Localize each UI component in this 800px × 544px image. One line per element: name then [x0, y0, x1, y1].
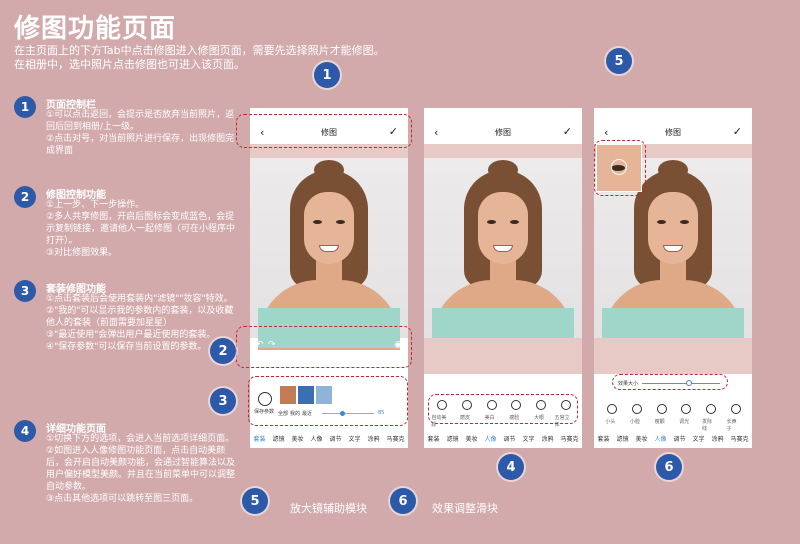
top-band — [424, 144, 582, 158]
tab-mosaic[interactable]: 马赛克 — [730, 434, 748, 446]
photo-canvas — [424, 158, 582, 350]
tab-makeup[interactable]: 美妆 — [291, 434, 303, 446]
annotation-3: 3 套装修图功能 ①点击套装后会使用套装内"滤镜""妆容"特效。 ②"我的"可以… — [14, 280, 234, 400]
tab-suit[interactable]: 套装 — [597, 434, 609, 446]
option-label: 调光 — [679, 419, 690, 425]
badge-4: 4 — [498, 454, 524, 480]
option-label: 小头 — [605, 419, 616, 425]
annotation-body: ①上一步、下一步操作。 ②多人共享修图，开启后图标会变成蓝色，会提示复制链接，邀… — [46, 200, 236, 258]
portrait-eye — [487, 220, 496, 224]
annotation-body: ①可以点击返回，会提示是否放弃当前照片，返回后回到相册/上一级。 ②点击对号，对… — [46, 110, 235, 156]
annotation-number: 1 — [14, 96, 36, 118]
tab-mosaic[interactable]: 马赛克 — [386, 434, 404, 446]
legend-badge-5: 5 — [242, 488, 268, 514]
tab-makeup[interactable]: 美妆 — [465, 434, 477, 446]
tab-text[interactable]: 文字 — [522, 434, 534, 446]
option-icon[interactable] — [681, 404, 692, 414]
annotation-4: 4 详细功能页面 ①切换下方的选项，会进入当前选项详细页面。 ②如图进入人像修图… — [14, 420, 236, 530]
option-item[interactable]: 调光 — [679, 404, 692, 428]
confirm-button[interactable]: ✓ — [563, 125, 572, 138]
portrait-options: 小头 小脸 瘦颧 调光 发际线 长鼻子 — [600, 404, 748, 432]
highlight-nav — [236, 114, 412, 148]
tab-doodle[interactable]: 涂鸦 — [541, 434, 553, 446]
nav-bar: ‹ 修图 ✓ — [424, 122, 582, 144]
annotation-number: 4 — [14, 420, 36, 442]
option-icon[interactable] — [607, 404, 618, 414]
option-label: 发际线 — [701, 419, 712, 432]
tab-filter[interactable]: 滤镜 — [616, 434, 628, 446]
tab-suit[interactable]: 套装 — [427, 434, 439, 446]
badge-5: 5 — [606, 48, 632, 74]
photo-canvas — [250, 158, 408, 350]
option-label: 瘦颧 — [654, 419, 665, 425]
option-icon[interactable] — [631, 404, 642, 414]
option-item[interactable]: 发际线 — [702, 404, 716, 432]
annotation-number: 2 — [14, 186, 36, 208]
legend-label-slider: 效果调整滑块 — [432, 502, 498, 515]
legend-label-magnifier: 放大镜辅助模块 — [290, 502, 367, 515]
tab-mosaic[interactable]: 马赛克 — [560, 434, 578, 446]
bottom-tab-bar: 套装 滤镜 美妆 人像 调节 文字 涂鸦 马赛克 — [250, 434, 408, 446]
page-title: 修图功能页面 — [14, 14, 177, 44]
badge-1: 1 — [314, 62, 340, 88]
option-label: 长鼻子 — [726, 419, 737, 432]
portrait-eye — [313, 220, 322, 224]
tab-adjust[interactable]: 调节 — [503, 434, 515, 446]
confirm-button[interactable]: ✓ — [733, 125, 742, 138]
tab-makeup[interactable]: 美妆 — [635, 434, 647, 446]
tab-portrait[interactable]: 人像 — [310, 434, 322, 446]
tab-doodle[interactable]: 涂鸦 — [367, 434, 379, 446]
highlight-presets — [248, 376, 408, 426]
tab-doodle[interactable]: 涂鸦 — [711, 434, 723, 446]
bottom-band — [594, 338, 752, 374]
badge-3: 3 — [210, 388, 236, 414]
option-label: 小脸 — [629, 419, 640, 425]
option-icon[interactable] — [656, 404, 667, 414]
portrait-eye — [657, 220, 666, 224]
option-item[interactable]: 瘦颧 — [654, 404, 667, 428]
option-item[interactable]: 长鼻子 — [727, 404, 741, 432]
highlight-controls — [236, 326, 412, 368]
portrait-face — [304, 192, 354, 264]
portrait-face — [478, 192, 528, 264]
page-subtitle: 在主页面上的下方Tab中点击修图进入修图页面，需要先选择照片才能修图。 在相册中… — [14, 44, 385, 71]
portrait-face — [648, 192, 698, 264]
option-item[interactable]: 小脸 — [629, 404, 642, 428]
nav-title: 修图 — [495, 128, 511, 137]
portrait-bun — [488, 160, 518, 180]
bottom-tab-bar: 套装 滤镜 美妆 人像 调节 文字 涂鸦 马赛克 — [424, 434, 582, 446]
tab-portrait[interactable]: 人像 — [654, 434, 666, 446]
annotation-body: ①点击套装后会使用套装内"滤镜""妆容"特效。 ②"我的"可以显示我的参数内的套… — [46, 294, 234, 352]
tab-filter[interactable]: 滤镜 — [272, 434, 284, 446]
tab-adjust[interactable]: 调节 — [673, 434, 685, 446]
portrait-eye — [336, 220, 345, 224]
badge-2: 2 — [210, 338, 236, 364]
portrait-eye — [510, 220, 519, 224]
tab-text[interactable]: 文字 — [348, 434, 360, 446]
highlight-options — [428, 394, 578, 424]
bottom-band — [424, 338, 582, 374]
portrait-bun — [314, 160, 344, 180]
tab-text[interactable]: 文字 — [692, 434, 704, 446]
annotation-body: ①切换下方的选项，会进入当前选项详细页面。 ②如图进入人像修图功能页面，点击自动… — [46, 434, 236, 504]
annotation-1: 1 页面控制栏 ①可以点击返回，会提示是否放弃当前照片，返回后回到相册/上一级。… — [14, 96, 234, 166]
legend-badge-6: 6 — [390, 488, 416, 514]
highlight-magnifier — [594, 140, 646, 196]
tab-filter[interactable]: 滤镜 — [446, 434, 458, 446]
option-icon[interactable] — [705, 404, 716, 414]
bottom-tab-bar: 套装 滤镜 美妆 人像 调节 文字 涂鸦 马赛克 — [594, 434, 752, 446]
annotation-number: 3 — [14, 280, 36, 302]
annotation-2: 2 修图控制功能 ①上一步、下一步操作。 ②多人共享修图，开启后图标会变成蓝色，… — [14, 186, 236, 266]
portrait-bun — [658, 160, 688, 180]
portrait-eye — [680, 220, 689, 224]
badge-6: 6 — [656, 454, 682, 480]
option-item[interactable]: 小头 — [605, 404, 618, 428]
tab-portrait[interactable]: 人像 — [484, 434, 496, 446]
tab-adjust[interactable]: 调节 — [329, 434, 341, 446]
option-icon[interactable] — [730, 404, 741, 414]
highlight-slider — [612, 374, 728, 390]
nav-title: 修图 — [665, 128, 681, 137]
tab-suit[interactable]: 套装 — [253, 434, 265, 446]
